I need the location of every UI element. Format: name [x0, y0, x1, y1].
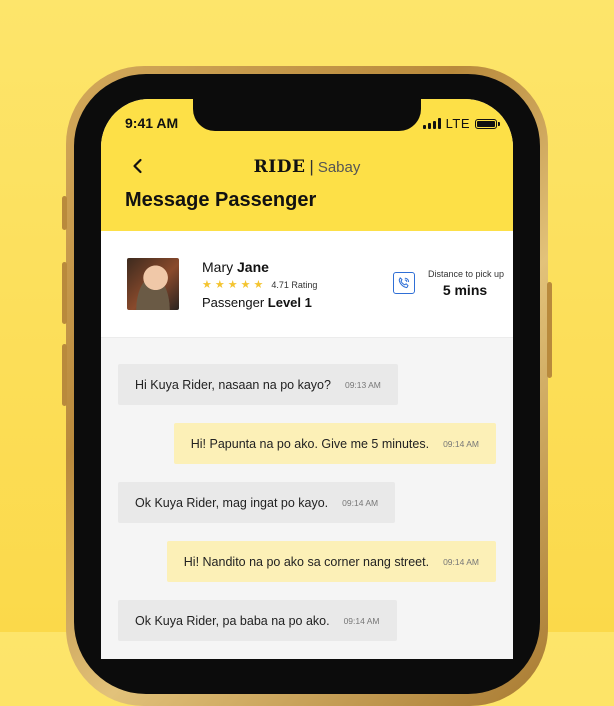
brand-subname: Sabay [317, 159, 361, 176]
message-text: Ok Kuya Rider, mag ingat po kayo. [135, 495, 329, 510]
passenger-name: Mary Jane [202, 259, 269, 275]
app-logo: RIDE | Sabay [101, 157, 513, 177]
star-icon: ★ [214, 279, 225, 291]
passenger-card: Mary Jane ★ ★ ★ ★ ★ 4.71 Rating Passenge… [101, 231, 513, 338]
phone-screen: 9:41 AM LTE RIDE | Sabay Message Passenger… [101, 99, 513, 659]
message-time: 09:14 AM [443, 438, 479, 449]
message-outgoing: Hi! Papunta na po ako. Give me 5 minutes… [173, 423, 496, 464]
network-label: LTE [445, 116, 470, 131]
message-outgoing: Hi! Nandito na po ako sa corner nang str… [166, 541, 496, 582]
message-time: 09:14 AM [342, 497, 379, 508]
status-indicators: LTE [422, 116, 500, 131]
status-time: 9:41 AM [125, 115, 179, 131]
passenger-rating: ★ ★ ★ ★ ★ 4.71 Rating [202, 278, 317, 291]
brand-name: RIDE [253, 157, 306, 177]
volume-button [62, 196, 67, 230]
volume-button [62, 262, 67, 324]
message-text: Ok Kuya Rider, pa baba na po ako. [135, 613, 330, 628]
star-icon: ★ [227, 279, 238, 291]
volume-button [62, 344, 67, 406]
message-incoming: Ok Kuya Rider, pa baba na po ako. 09:14 … [118, 600, 397, 641]
page-title: Message Passenger [125, 189, 317, 211]
message-time: 09:13 AM [344, 379, 381, 390]
message-text: Hi! Papunta na po ako. Give me 5 minutes… [190, 436, 430, 451]
notch [193, 99, 421, 131]
passenger-level-value: Level 1 [267, 295, 312, 310]
distance-value: 5 mins [442, 282, 488, 298]
message-time: 09:14 AM [443, 556, 479, 567]
star-icon: ★ [240, 279, 251, 291]
power-button [547, 282, 552, 378]
passenger-level-prefix: Passenger [202, 295, 265, 310]
battery-icon [475, 118, 500, 129]
message-text: Hi! Nandito na po ako sa corner nang str… [183, 554, 430, 569]
passenger-last-name: Jane [237, 259, 269, 275]
call-button[interactable] [393, 272, 415, 294]
message-text: Hi Kuya Rider, nasaan na po kayo? [135, 377, 331, 392]
star-icon: ★ [253, 279, 264, 291]
message-incoming: Ok Kuya Rider, mag ingat po kayo. 09:14 … [118, 482, 396, 523]
distance-label: Distance to pick up [428, 269, 505, 279]
passenger-level: Passenger Level 1 [202, 295, 312, 310]
message-incoming: Hi Kuya Rider, nasaan na po kayo? 09:13 … [118, 364, 398, 405]
phone-call-icon [398, 277, 410, 289]
signal-icon [422, 118, 441, 129]
rating-text: 4.71 Rating [271, 279, 318, 290]
message-time: 09:14 AM [343, 615, 380, 626]
passenger-avatar [127, 258, 179, 310]
message-list: Hi Kuya Rider, nasaan na po kayo? 09:13 … [101, 338, 513, 659]
passenger-first-name: Mary [202, 259, 234, 275]
star-icon: ★ [202, 279, 212, 291]
brand-separator: | [309, 157, 314, 176]
